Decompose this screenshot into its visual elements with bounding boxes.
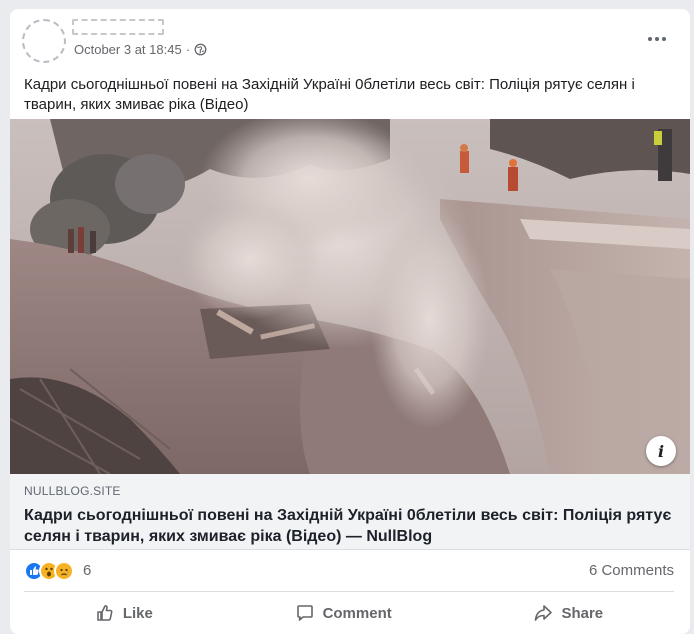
post-timestamp[interactable]: October 3 at 18:45 [74,42,182,57]
flood-scene-image [10,119,690,474]
globe-icon [194,43,207,56]
reactions-summary[interactable]: 6 [24,560,91,581]
meta-separator: · [185,42,191,57]
thumbs-up-icon [97,605,113,621]
post-meta: October 3 at 18:45 · [74,42,207,57]
like-button[interactable]: Like [95,603,153,623]
post-stats: 6 6 Comments [24,550,674,592]
share-button[interactable]: Share [533,603,603,623]
more-options-button[interactable] [642,29,672,49]
author-name-redacted[interactable] [72,19,164,35]
link-image[interactable]: i [10,119,690,474]
avatar[interactable] [22,19,66,63]
post-card: October 3 at 18:45 · Кадри сьогоднішньої… [10,9,690,634]
link-preview[interactable]: NULLBLOG.SITE Кадри сьогоднішньої повені… [10,474,690,550]
link-domain: NULLBLOG.SITE [24,484,121,498]
link-title[interactable]: Кадри сьогоднішньої повені на Західній У… [24,505,676,547]
comment-label: Comment [322,604,392,622]
like-label: Like [122,604,153,622]
sad-reaction-icon [54,560,74,581]
post-text: Кадри сьогоднішньої повені на Західній У… [24,76,635,113]
share-label: Share [561,604,604,622]
share-icon [535,605,553,621]
comments-count[interactable]: 6 Comments [589,562,674,579]
post-actions: Like Comment Share [24,593,674,633]
post-header: October 3 at 18:45 · [10,9,690,65]
comment-button[interactable]: Comment [295,603,392,623]
more-dots-icon [648,37,652,41]
comment-icon [296,605,313,621]
reaction-count[interactable]: 6 [83,562,91,579]
info-icon-button[interactable]: i [646,436,676,466]
